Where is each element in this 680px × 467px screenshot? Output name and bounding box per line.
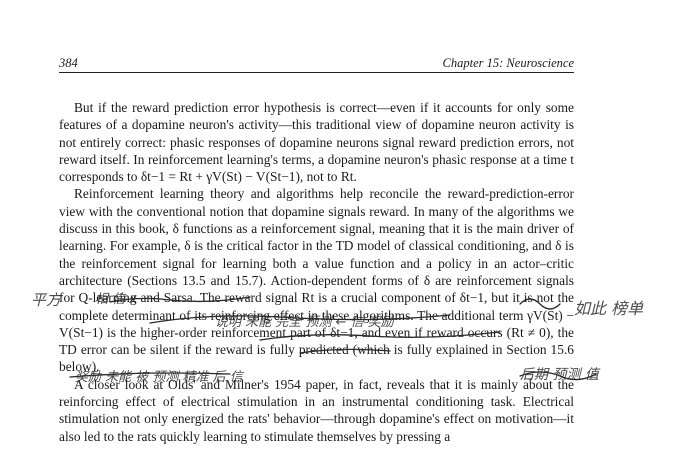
handwritten-note: 奖励 未能 被 预测 精准 后 信 <box>75 370 243 385</box>
handwritten-note: 相 信 ⅹ <box>95 292 137 307</box>
handwritten-note-left-margin: 平方 <box>31 291 62 309</box>
paragraph: A closer look at Olds' and Milner's 1954… <box>59 376 574 444</box>
page-number: 384 <box>59 56 78 70</box>
running-header: 384 Chapter 15: Neuroscience <box>59 56 574 72</box>
handwritten-note-right-margin: 如此 榜单 <box>574 299 644 318</box>
document-page: 384 Chapter 15: Neuroscience But if the … <box>0 0 680 467</box>
chapter-title: Chapter 15: Neuroscience <box>442 56 574 70</box>
handwritten-note: 后期 预测 值 <box>520 367 599 383</box>
handwritten-note: 说明 未能 完全 预测 ← 信 奖励 <box>215 315 394 330</box>
body-text: But if the reward prediction error hypot… <box>59 99 574 445</box>
paragraph: But if the reward prediction error hypot… <box>59 100 574 185</box>
header-rule <box>59 72 574 73</box>
paragraph: Reinforcement learning theory and algori… <box>59 186 574 375</box>
